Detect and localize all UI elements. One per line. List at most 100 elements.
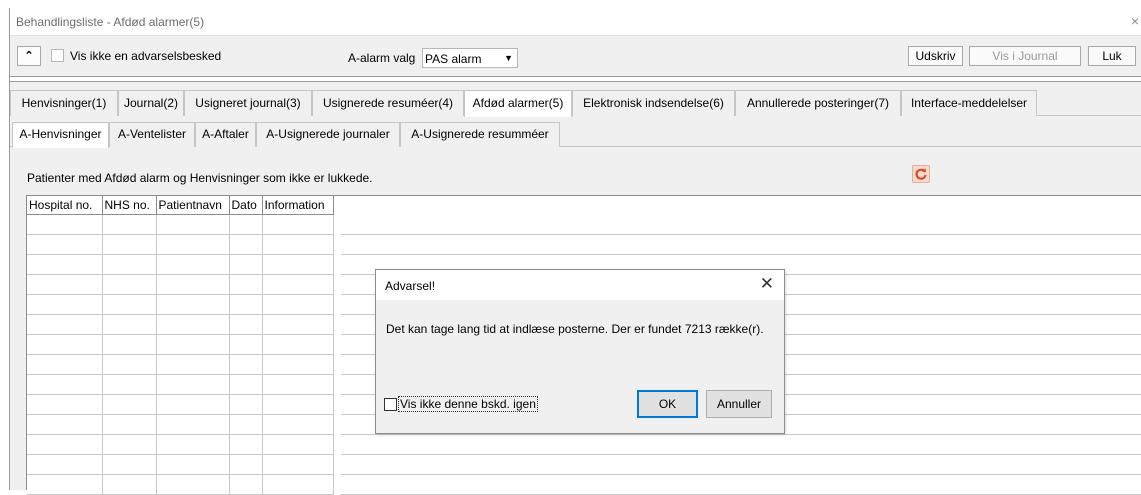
table-cell — [27, 314, 103, 335]
table-cell — [27, 414, 103, 435]
table-cell — [262, 414, 334, 435]
table-cell — [102, 434, 157, 455]
show-journal-button[interactable]: Vis i Journal — [969, 46, 1081, 66]
tab-annullerede-posteringer[interactable]: Annullerede posteringer(7) — [735, 90, 901, 116]
table-row[interactable] — [27, 414, 334, 435]
ok-button[interactable]: OK — [637, 390, 698, 418]
hide-warning-checkbox[interactable] — [51, 49, 64, 62]
table-cell — [156, 394, 230, 415]
chevron-down-icon: ▼ — [504, 53, 513, 63]
table-cell — [262, 374, 334, 395]
table-cell — [27, 214, 103, 235]
tab-journal[interactable]: Journal(2) — [118, 90, 184, 116]
table-cell — [229, 254, 263, 275]
table-cell — [102, 234, 157, 255]
table-row[interactable] — [27, 234, 334, 255]
column-header-hospital-no[interactable]: Hospital no. — [27, 196, 103, 215]
table-row[interactable] — [27, 434, 334, 455]
table-row[interactable] — [27, 314, 334, 335]
table-cell — [262, 214, 334, 235]
table-cell — [229, 434, 263, 455]
column-header-patientnavn[interactable]: Patientnavn — [156, 196, 230, 215]
table-cell — [229, 414, 263, 435]
table-cell — [27, 394, 103, 415]
dont-show-again-label[interactable]: Vis ikke denne bskd. igen — [398, 396, 538, 412]
table-cell — [102, 474, 157, 495]
tab-usigneret-journal[interactable]: Usigneret journal(3) — [184, 90, 312, 116]
window-title: Behandlingsliste - Afdød alarmer(5) — [16, 15, 205, 29]
table-cell — [229, 234, 263, 255]
subtab-a-usignerede-journaler[interactable]: A-Usignerede journaler — [256, 122, 400, 147]
toolbar-separator — [10, 76, 1141, 82]
table-cell — [102, 394, 157, 415]
table-cell — [262, 334, 334, 355]
table-row[interactable] — [27, 334, 334, 355]
table-cell — [156, 314, 230, 335]
table-cell — [102, 354, 157, 375]
table-cell — [27, 254, 103, 275]
subtab-a-usignerede-resummeer[interactable]: A-Usignerede resumméer — [400, 122, 560, 147]
dialog-message: Det kan tage lang tid at indlæse postern… — [386, 322, 764, 336]
table-cell — [27, 454, 103, 475]
cancel-button[interactable]: Annuller — [706, 390, 772, 418]
table-cell — [27, 334, 103, 355]
table-cell — [229, 314, 263, 335]
table-row[interactable] — [27, 274, 334, 295]
subtab-a-henvisninger[interactable]: A-Henvisninger — [12, 122, 109, 148]
table-row[interactable] — [27, 474, 334, 495]
table-cell — [156, 274, 230, 295]
table-cell — [27, 234, 103, 255]
close-button[interactable]: Luk — [1088, 46, 1136, 66]
table-cell — [102, 294, 157, 315]
table-cell — [156, 354, 230, 375]
table-cell — [156, 254, 230, 275]
table-cell — [262, 394, 334, 415]
table-cell — [27, 374, 103, 395]
tab-afdod-alarmer[interactable]: Afdød alarmer(5) — [464, 90, 572, 117]
table-cell — [262, 254, 334, 275]
tab-interface-meddelelser[interactable]: Interface-meddelelser — [901, 90, 1037, 116]
window-close-icon[interactable]: × — [1131, 13, 1139, 29]
table-row[interactable] — [27, 394, 334, 415]
table-row[interactable] — [27, 214, 334, 235]
table-cell — [262, 354, 334, 375]
table-cell — [156, 214, 230, 235]
table-cell — [27, 354, 103, 375]
table-body — [27, 214, 334, 495]
table-cell — [102, 314, 157, 335]
table-cell — [229, 394, 263, 415]
table-row[interactable] — [27, 454, 334, 475]
dialog-close-icon[interactable]: ✕ — [760, 274, 774, 294]
table-cell — [27, 434, 103, 455]
dont-show-again-checkbox[interactable] — [384, 398, 397, 411]
table-cell — [156, 334, 230, 355]
table-cell — [262, 294, 334, 315]
print-button[interactable]: Udskriv — [908, 46, 963, 66]
column-header-nhs-no[interactable]: NHS no. — [102, 196, 157, 215]
table-row[interactable] — [27, 254, 334, 275]
table-row[interactable] — [27, 374, 334, 395]
subtab-a-aftaler[interactable]: A-Aftaler — [195, 122, 256, 147]
column-header-information[interactable]: Information — [262, 196, 334, 215]
table-cell — [262, 474, 334, 495]
warning-dialog: Advarsel! ✕ Det kan tage lang tid at ind… — [375, 269, 785, 434]
tab-henvisninger[interactable]: Henvisninger(1) — [10, 90, 118, 116]
dialog-titlebar: Advarsel! ✕ — [376, 270, 784, 300]
refresh-icon[interactable] — [912, 165, 930, 183]
desktop-edge — [0, 0, 9, 490]
tab-elektronisk-indsendelse[interactable]: Elektronisk indsendelse(6) — [572, 90, 735, 116]
window-titlebar: Behandlingsliste - Afdød alarmer(5) × — [10, 8, 1141, 36]
table-cell — [229, 294, 263, 315]
subtab-a-ventelister[interactable]: A-Ventelister — [109, 122, 195, 147]
table-cell — [229, 214, 263, 235]
table-row-line — [341, 475, 1141, 495]
column-header-dato[interactable]: Dato — [229, 196, 263, 215]
alarm-select[interactable]: PAS alarm ▼ — [422, 48, 518, 68]
table-row[interactable] — [27, 354, 334, 375]
table-cell — [156, 434, 230, 455]
table-cell — [102, 274, 157, 295]
table-row[interactable] — [27, 294, 334, 315]
table-cell — [156, 294, 230, 315]
collapse-button[interactable]: ⌃ — [17, 46, 41, 66]
tab-usignerede-resumeer[interactable]: Usignerede resuméer(4) — [312, 90, 464, 116]
